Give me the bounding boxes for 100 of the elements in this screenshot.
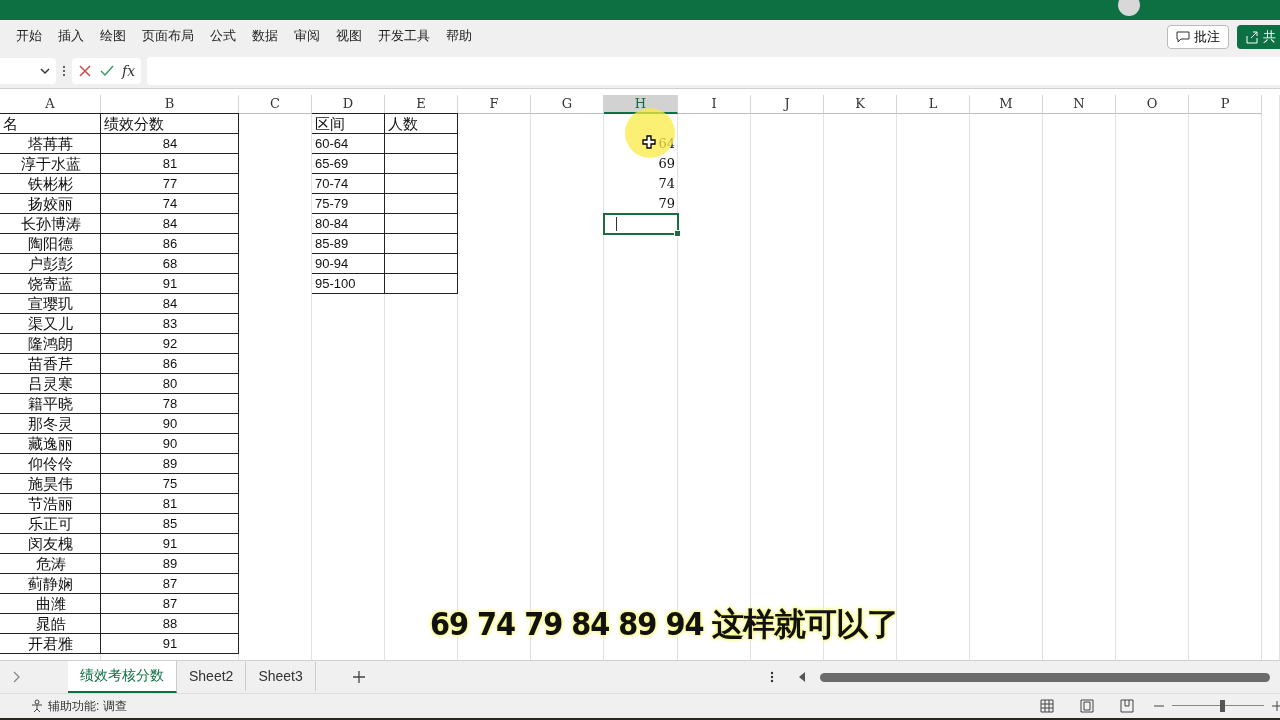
column-header[interactable]: H — [604, 95, 678, 114]
table-cell-text: 乐正可 — [27, 514, 74, 534]
column-header[interactable]: I — [678, 95, 751, 114]
add-sheet-icon — [351, 670, 366, 684]
table-cell-text: 仰伶伶 — [27, 454, 74, 474]
ribbon-tab[interactable]: 页面布局 — [134, 27, 202, 47]
avatar[interactable] — [1118, 0, 1140, 16]
ribbon-tab[interactable]: 数据 — [244, 27, 286, 47]
table-cell-text: 85-89 — [314, 235, 350, 253]
table-cell-text: 89 — [161, 555, 179, 573]
table-cell-text: 79 — [657, 195, 676, 213]
table-cell-text: 渠又儿 — [27, 314, 74, 334]
ribbon-tab[interactable]: 开发工具 — [370, 27, 438, 47]
column-header[interactable]: N — [1043, 95, 1116, 114]
table-cell-text: 塔苒苒 — [27, 134, 74, 154]
share-icon — [1245, 30, 1259, 44]
table-cell-text: 68 — [161, 255, 179, 273]
ribbon-tab[interactable]: 公式 — [202, 27, 244, 47]
table-cell-text: 84 — [161, 295, 179, 313]
ribbon-tab[interactable]: 帮助 — [438, 27, 480, 47]
horizontal-scrollbar[interactable] — [820, 672, 1270, 682]
table-cell-text: 75 — [161, 475, 179, 493]
active-cell[interactable] — [604, 214, 678, 234]
table-cell-text: 90-94 — [314, 255, 350, 273]
table-cell-text: 扬姣丽 — [27, 194, 74, 214]
table-cell-text: 70-74 — [314, 175, 350, 193]
table-cell-text: 65-69 — [314, 155, 350, 173]
table-cell-text: 宣璎玑 — [27, 294, 74, 314]
column-header[interactable]: L — [897, 95, 970, 114]
cursor-icon — [642, 135, 656, 149]
table-cell-text: 75-79 — [314, 195, 350, 213]
sheet-tab[interactable]: Sheet3 — [246, 662, 316, 692]
ribbon-tab[interactable]: 插入 — [50, 27, 92, 47]
table-cell-text: 81 — [161, 155, 179, 173]
header-cell-text: 区间 — [314, 114, 346, 134]
table-cell-text: 户彭彭 — [27, 254, 74, 274]
column-header[interactable]: M — [970, 95, 1043, 114]
comment-button[interactable]: 批注 — [1167, 25, 1229, 49]
table-cell-text: 84 — [161, 135, 179, 153]
cancel-icon — [78, 64, 92, 78]
table-cell-text: 长孙博涛 — [19, 214, 82, 234]
header-cell-text: 名 — [2, 114, 19, 134]
table-cell-text: 危涛 — [34, 554, 67, 574]
table-cell-text: 86 — [161, 355, 179, 373]
sheet-tab[interactable]: 绩效考核分数 — [68, 661, 177, 693]
table-cell-text: 吕灵寒 — [27, 374, 74, 394]
ribbon-tab[interactable]: 绘图 — [92, 27, 134, 47]
table-cell-text: 80 — [161, 375, 179, 393]
table-cell-text: 92 — [161, 335, 179, 353]
table-cell-text: 91 — [161, 535, 179, 553]
ribbon-tab[interactable]: 视图 — [328, 27, 370, 47]
table-cell-text: 铁彬彬 — [27, 174, 74, 194]
table-cell-text: 90 — [161, 415, 179, 433]
header-cell-text: 绩效分数 — [103, 114, 165, 134]
normal-view-icon — [1040, 699, 1054, 713]
share-button[interactable]: 共 — [1237, 25, 1280, 49]
table-cell-text: 95-100 — [314, 275, 357, 293]
accessibility-icon — [30, 699, 44, 713]
table-cell-text: 83 — [161, 315, 179, 333]
zoom-thumb[interactable] — [1219, 700, 1225, 712]
column-header[interactable]: C — [239, 95, 312, 114]
table-cell-text: 89 — [161, 455, 179, 473]
column-header[interactable]: P — [1189, 95, 1262, 114]
accessibility-status[interactable]: 辅助功能: 调查 — [48, 697, 127, 715]
sheet-tab[interactable]: Sheet2 — [177, 662, 247, 692]
comment-icon — [1176, 31, 1190, 43]
column-header[interactable]: F — [458, 95, 531, 114]
table-cell-text: 曲潍 — [34, 594, 67, 614]
zoom-in-icon — [1270, 699, 1280, 713]
table-cell-text: 饶寄蓝 — [27, 274, 74, 294]
table-cell-text: 藏逸丽 — [27, 434, 74, 454]
table-cell-text: 88 — [161, 615, 179, 633]
table-cell-text: 84 — [161, 215, 179, 233]
ribbon-tab[interactable]: 开始 — [8, 27, 50, 47]
column-header[interactable]: J — [751, 95, 824, 114]
subtitle-caption: 69 74 79 84 89 94 这样就可以了 — [430, 604, 899, 645]
table-cell-text: 籍平晓 — [27, 394, 74, 414]
table-cell-text: 施昊伟 — [27, 474, 74, 494]
table-cell-text: 90 — [161, 435, 179, 453]
table-cell-text: 晁皓 — [34, 614, 67, 634]
column-header[interactable]: K — [824, 95, 897, 114]
ribbon-tab[interactable]: 审阅 — [286, 27, 328, 47]
table-cell-text: 91 — [161, 275, 179, 293]
more-icon — [770, 670, 774, 684]
column-header[interactable]: G — [531, 95, 604, 114]
insert-function-button[interactable]: fx — [122, 63, 136, 79]
table-cell-text: 蓟静娴 — [27, 574, 74, 594]
table-cell-text: 开君雅 — [27, 634, 74, 654]
page-break-icon — [1120, 699, 1134, 713]
header-cell-text: 人数 — [387, 114, 419, 134]
table-cell-text: 80-84 — [314, 215, 350, 233]
more-icon — [62, 64, 66, 78]
column-header[interactable]: O — [1116, 95, 1189, 114]
table-cell-text: 91 — [161, 635, 179, 653]
table-cell-text: 77 — [161, 175, 179, 193]
table-cell-text: 69 — [657, 155, 676, 173]
table-cell-text: 陶阳德 — [27, 234, 74, 254]
table-cell-text: 78 — [161, 395, 179, 413]
table-cell-text: 节浩丽 — [27, 494, 74, 514]
table-cell-text: 85 — [161, 515, 179, 533]
